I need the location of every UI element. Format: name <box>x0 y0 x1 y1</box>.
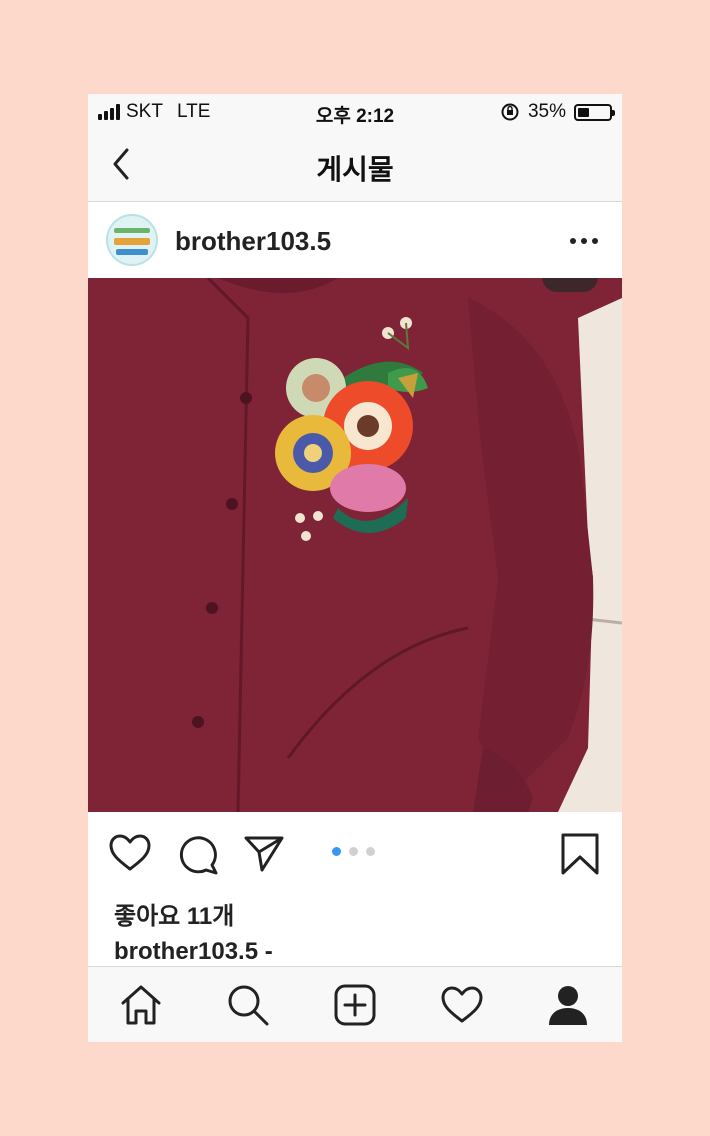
battery-icon <box>574 103 615 121</box>
post-action-bar <box>88 812 622 892</box>
search-icon[interactable] <box>224 981 272 1029</box>
comment-icon[interactable] <box>176 832 220 876</box>
post-caption[interactable]: brother103.5 - <box>114 938 273 966</box>
carousel-dot <box>332 847 341 856</box>
carousel-counter-badge <box>542 278 598 292</box>
nav-bar: 게시물 <box>88 130 622 202</box>
status-bar: SKT LTE 오후 2:12 35% <box>88 94 622 130</box>
share-icon[interactable] <box>242 832 286 876</box>
heart-icon[interactable] <box>108 832 152 876</box>
carousel-dot <box>366 847 375 856</box>
bottom-tab-bar <box>88 966 622 1042</box>
battery-percent: 35% <box>527 101 566 122</box>
more-horizontal-icon[interactable] <box>570 238 598 244</box>
post-header: brother103.5 <box>88 202 622 278</box>
avatar[interactable] <box>106 214 158 266</box>
post-username[interactable]: brother103.5 <box>175 226 331 257</box>
rotation-lock-icon <box>501 103 519 121</box>
add-post-icon[interactable] <box>331 981 379 1029</box>
profile-icon[interactable] <box>544 981 592 1029</box>
post-photo[interactable] <box>88 278 622 812</box>
bookmark-icon[interactable] <box>558 832 602 876</box>
carousel-dots <box>332 847 375 856</box>
carousel-dot <box>349 847 358 856</box>
likes-count[interactable]: 좋아요 11개 <box>114 896 234 931</box>
activity-heart-icon[interactable] <box>438 981 486 1029</box>
page-title: 게시물 <box>316 154 394 185</box>
home-icon[interactable] <box>117 981 165 1029</box>
phone-screen: SKT LTE 오후 2:12 35% 게시물 brother103.5 좋아요… <box>88 94 622 1042</box>
photo-illustration <box>88 278 622 812</box>
